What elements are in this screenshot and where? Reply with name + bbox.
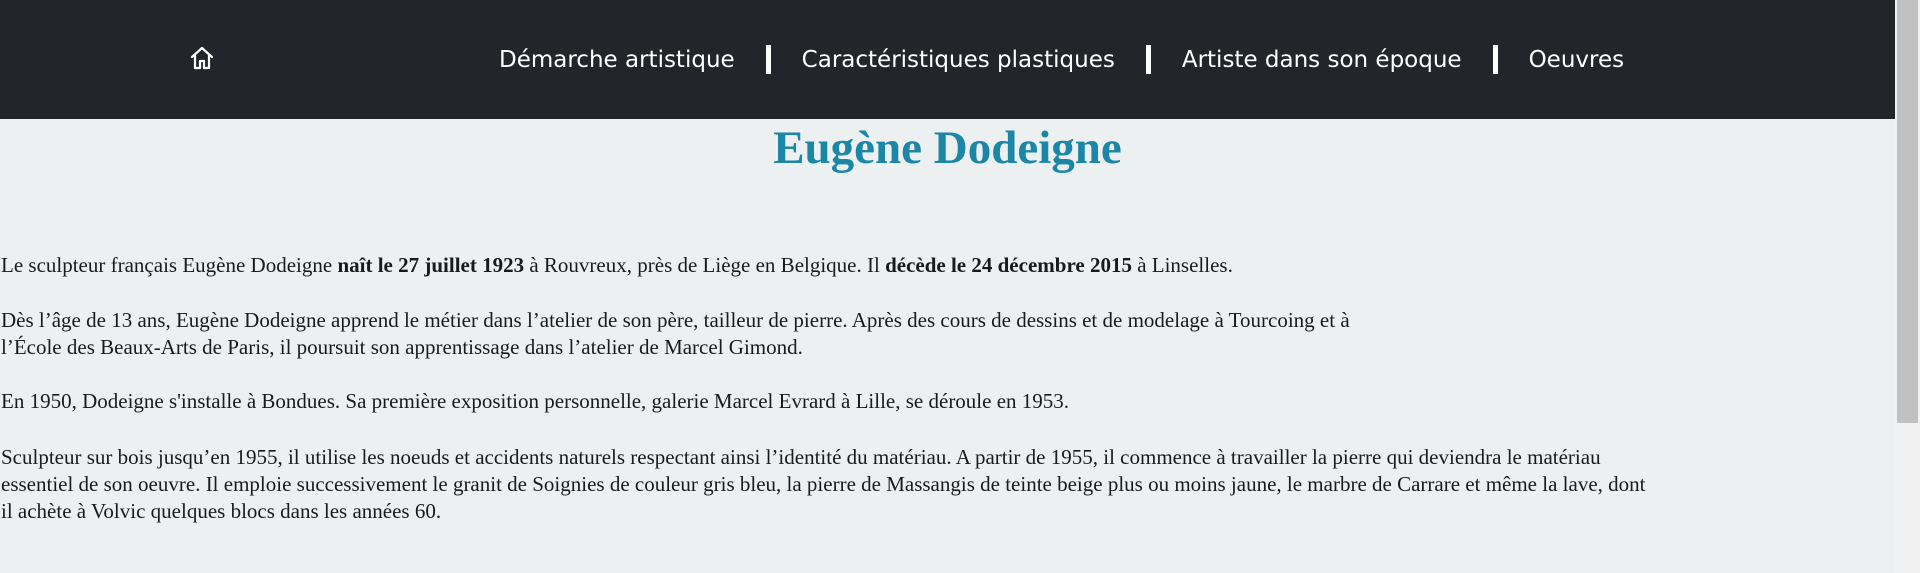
- home-link[interactable]: [188, 44, 216, 72]
- nav-link-caracteristiques-plastiques[interactable]: Caractéristiques plastiques: [783, 47, 1134, 73]
- text-line: il achète à Volvic quelques blocs dans l…: [1, 499, 442, 523]
- top-navbar: Démarche artistique Caractéristiques pla…: [0, 0, 1895, 119]
- nav-link-artiste-epoque[interactable]: Artiste dans son époque: [1163, 47, 1481, 73]
- text: à Linselles.: [1131, 253, 1233, 277]
- scrollbar-thumb[interactable]: [1897, 0, 1918, 423]
- nav-link-oeuvres[interactable]: Oeuvres: [1510, 47, 1644, 73]
- text-line: essentiel de son oeuvre. Il emploie succ…: [1, 472, 1646, 496]
- text: à Rouvreux, près de Liège en Belgique. I…: [524, 253, 886, 277]
- page: Démarche artistique Caractéristiques pla…: [0, 0, 1920, 573]
- nav-separator: [1145, 45, 1151, 74]
- main-content: Eugène Dodeigne Le sculpteur français Eu…: [0, 119, 1895, 573]
- text-line: Dès l’âge de 13 ans, Eugène Dodeigne app…: [1, 308, 1350, 332]
- text: Le sculpteur français Eugène Dodeigne: [1, 253, 338, 277]
- nav-link-demarche-artistique[interactable]: Démarche artistique: [480, 47, 754, 73]
- birth-date: naît le 27 juillet 1923: [337, 253, 525, 277]
- text: En 1950, Dodeigne s'installe à Bondues. …: [1, 389, 1070, 413]
- page-title: Eugène Dodeigne: [773, 122, 1122, 174]
- home-icon: [190, 46, 214, 70]
- text-line: l’École des Beaux-Arts de Paris, il pour…: [1, 335, 803, 359]
- text-line: Sculpteur sur bois jusqu’en 1955, il uti…: [1, 445, 1601, 469]
- main-menu: Démarche artistique Caractéristiques pla…: [480, 0, 1643, 119]
- paragraph-materials: Sculpteur sur bois jusqu’en 1955, il uti…: [1, 444, 1645, 525]
- paragraph-bondues: En 1950, Dodeigne s'installe à Bondues. …: [1, 388, 1069, 415]
- death-date: décède le 24 décembre 2015: [885, 253, 1132, 277]
- nav-separator: [1492, 45, 1498, 74]
- paragraph-training: Dès l’âge de 13 ans, Eugène Dodeigne app…: [1, 307, 1350, 361]
- nav-separator: [765, 45, 771, 74]
- paragraph-birth-death: Le sculpteur français Eugène Dodeigne na…: [1, 252, 1233, 279]
